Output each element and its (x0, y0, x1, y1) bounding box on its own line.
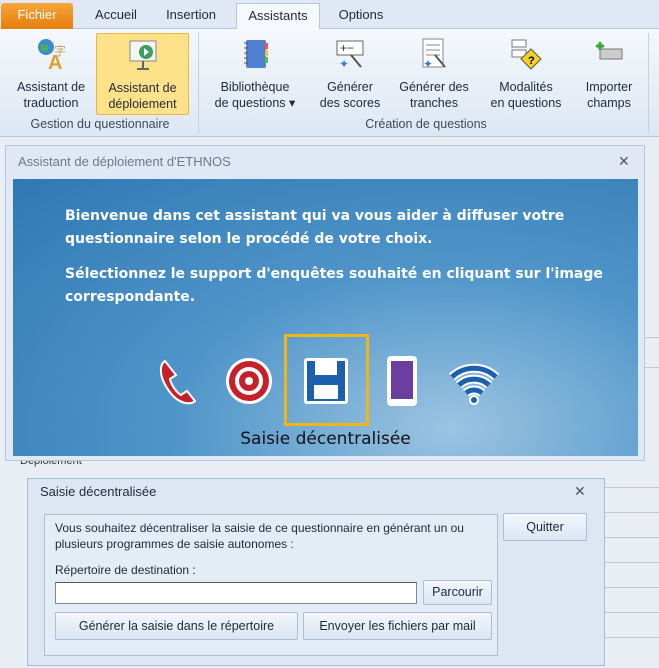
button-label: Assistant de (108, 81, 177, 95)
button-label: tranches (410, 96, 458, 110)
ribbon-tabs: Fichier Accueil Insertion Assistants Opt… (0, 0, 659, 30)
deployment-wizard-button[interactable]: Assistant de déploiement (96, 33, 189, 115)
svg-text:✦: ✦ (423, 57, 433, 71)
button-label: champs (587, 96, 631, 110)
modalities-to-questions-button[interactable]: ? Modalités en questions (484, 33, 568, 115)
quit-button[interactable]: Quitter (503, 513, 587, 541)
group-gestion: Gestion du questionnaire (30, 117, 170, 131)
button-label: des scores (319, 96, 381, 110)
scores-wand-icon: +− ✦ (336, 40, 364, 71)
generate-ranges-button[interactable]: ✦ Générer des tranches (394, 33, 474, 115)
wifi-icon[interactable] (449, 355, 499, 407)
button-label: déploiement (108, 97, 177, 111)
generate-button[interactable]: Générer la saisie dans le répertoire (55, 612, 298, 640)
button-label: Modalités (499, 80, 553, 94)
button-label: Bibliothèque (220, 80, 290, 94)
close-icon[interactable]: ✕ (618, 153, 630, 170)
group-separator (648, 33, 649, 133)
selection-highlight (284, 334, 369, 426)
question-library-button[interactable]: Bibliothèque de questions ▾ (210, 33, 300, 115)
generate-scores-button[interactable]: +− ✦ Générer des scores (315, 33, 385, 115)
destination-label: Répertoire de destination : (55, 563, 196, 577)
tab-accueil[interactable]: Accueil (78, 3, 154, 29)
decentralized-entry-dialog: Saisie décentralisée ✕ Vous souhaitez dé… (27, 478, 605, 666)
tablet-icon[interactable] (377, 355, 427, 407)
ribbon: A字 Assistant de traduction Assistant de dé… (0, 29, 659, 137)
import-fields-button[interactable]: Importer champs (576, 33, 642, 115)
button-label: Générer des (399, 80, 469, 94)
svg-text:+−: +− (340, 41, 354, 55)
notebook-icon (244, 40, 268, 68)
button-label: Assistant de (16, 80, 86, 94)
phone-icon[interactable] (153, 355, 203, 407)
svg-text:字: 字 (54, 43, 66, 58)
add-field-icon (596, 42, 623, 60)
button-label: Générer (327, 80, 373, 94)
options-group: Vous souhaitez décentraliser la saisie d… (44, 514, 498, 656)
destination-input[interactable] (55, 582, 417, 604)
tab-options[interactable]: Options (322, 3, 400, 29)
description-text: Vous souhaitez décentraliser la saisie d… (55, 521, 464, 551)
deployment-icon (129, 40, 156, 70)
svg-text:✦: ✦ (339, 57, 349, 71)
tab-insertion[interactable]: Insertion (154, 3, 228, 29)
svg-text:?: ? (528, 55, 535, 67)
group-separator (198, 33, 199, 133)
question-diamond-icon: ? (511, 39, 542, 70)
translation-icon: A字 (38, 39, 66, 71)
target-icon[interactable] (224, 355, 274, 407)
dialog-title: Assistant de déploiement d'ETHNOS (18, 154, 231, 169)
list-wand-icon: ✦ (422, 38, 446, 71)
button-label: traduction (23, 96, 79, 110)
tab-assistants[interactable]: Assistants (236, 3, 320, 30)
tab-fichier[interactable]: Fichier (1, 3, 73, 29)
group-creation: Création de questions (365, 117, 487, 131)
instruction-text: Sélectionnez le support d'enquêtes souha… (65, 266, 603, 305)
dialog-title: Saisie décentralisée (40, 484, 157, 499)
browse-button[interactable]: Parcourir (423, 580, 492, 605)
close-icon[interactable]: ✕ (574, 483, 586, 500)
selected-support-label: Saisie décentralisée (240, 429, 411, 449)
wizard-panel: Bienvenue dans cet assistant qui va vous… (13, 179, 638, 456)
button-label: de questions ▾ (214, 96, 296, 110)
welcome-text: Bienvenue dans cet assistant qui va vous… (65, 208, 565, 247)
button-label: en questions (490, 96, 562, 110)
send-mail-button[interactable]: Envoyer les fichiers par mail (303, 612, 492, 640)
translation-wizard-button[interactable]: A字 Assistant de traduction (10, 33, 92, 115)
deployment-wizard-dialog: Assistant de déploiement d'ETHNOS ✕ Bien… (5, 145, 645, 461)
button-label: Importer (585, 80, 633, 94)
